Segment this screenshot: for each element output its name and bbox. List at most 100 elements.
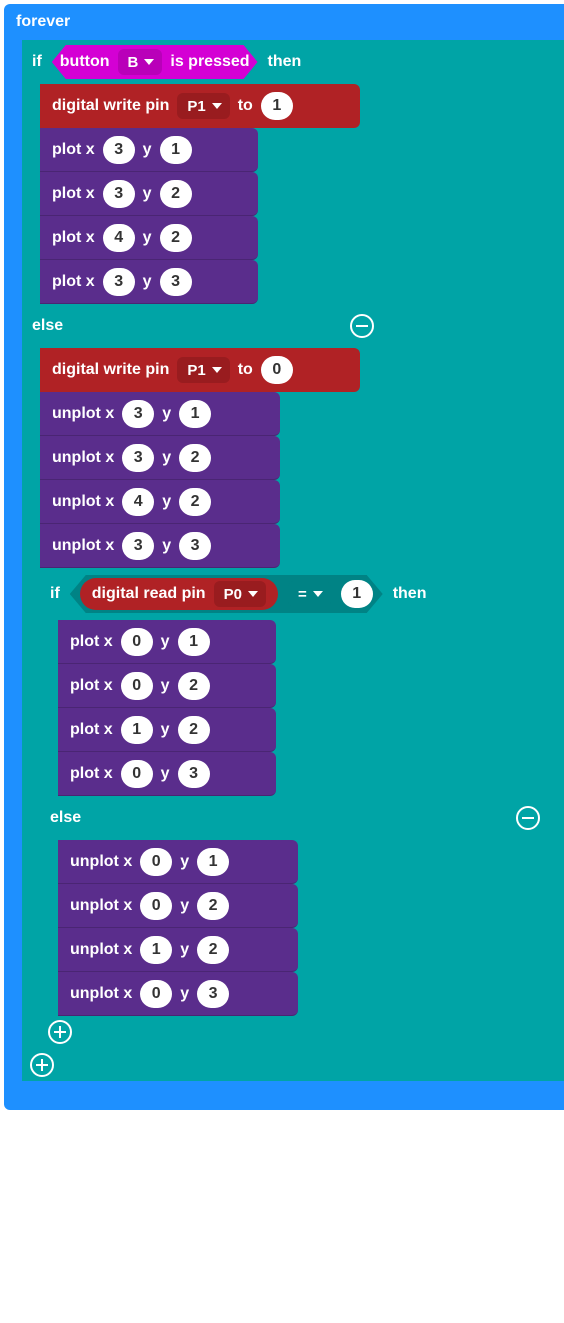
y-label: y bbox=[180, 941, 189, 959]
number-input[interactable]: 0 bbox=[121, 628, 153, 656]
unplot-label: unplot x bbox=[70, 985, 132, 1003]
number-input[interactable]: 3 bbox=[179, 532, 211, 560]
number-input[interactable]: 2 bbox=[197, 936, 229, 964]
chevron-down-icon bbox=[313, 591, 323, 597]
forever-footer bbox=[4, 1082, 564, 1110]
to-label: to bbox=[238, 361, 253, 379]
number-input[interactable]: 2 bbox=[197, 892, 229, 920]
unplot-label: unplot x bbox=[70, 853, 132, 871]
plot-block[interactable]: plot x 3 y 3 bbox=[40, 260, 258, 304]
number-input[interactable]: 2 bbox=[160, 224, 192, 252]
digital-write-block[interactable]: digital write pin P1 to 0 bbox=[40, 348, 360, 392]
number-input[interactable]: 3 bbox=[178, 760, 210, 788]
y-label: y bbox=[161, 633, 170, 651]
chevron-down-icon bbox=[212, 103, 222, 109]
number-input[interactable]: 3 bbox=[122, 400, 154, 428]
plot-block[interactable]: plot x 0 y 1 bbox=[58, 620, 276, 664]
then-keyword: then bbox=[268, 53, 302, 71]
pin-dropdown[interactable]: P0 bbox=[214, 581, 266, 607]
if-footer bbox=[22, 1049, 386, 1081]
unplot-block[interactable]: unplot x 0 y 3 bbox=[58, 972, 298, 1016]
number-input[interactable]: 2 bbox=[178, 672, 210, 700]
if-keyword: if bbox=[50, 585, 60, 603]
number-input[interactable]: 0 bbox=[261, 356, 293, 384]
plot-block[interactable]: plot x 0 y 2 bbox=[58, 664, 276, 708]
plus-icon[interactable] bbox=[48, 1020, 72, 1044]
plot-block[interactable]: plot x 3 y 1 bbox=[40, 128, 258, 172]
pin-dropdown[interactable]: P1 bbox=[177, 93, 229, 119]
number-input[interactable]: 0 bbox=[140, 848, 172, 876]
unplot-block[interactable]: unplot x 3 y 3 bbox=[40, 524, 280, 568]
else-keyword: else bbox=[32, 317, 63, 335]
number-input[interactable]: 3 bbox=[122, 444, 154, 472]
y-label: y bbox=[180, 897, 189, 915]
plus-icon[interactable] bbox=[30, 1053, 54, 1077]
button-pressed-condition[interactable]: button B is pressed bbox=[52, 45, 258, 79]
operator-dropdown[interactable]: = bbox=[288, 581, 331, 607]
number-input[interactable]: 4 bbox=[122, 488, 154, 516]
forever-block[interactable]: forever if button B is pressed then bbox=[4, 4, 564, 1110]
plot-label: plot x bbox=[52, 229, 95, 247]
number-input[interactable]: 4 bbox=[103, 224, 135, 252]
unplot-block[interactable]: unplot x 3 y 2 bbox=[40, 436, 280, 480]
number-input[interactable]: 1 bbox=[179, 400, 211, 428]
number-input[interactable]: 3 bbox=[103, 136, 135, 164]
plot-label: plot x bbox=[70, 765, 113, 783]
equals-condition[interactable]: digital read pin P0 = 1 bbox=[70, 575, 383, 613]
number-input[interactable]: 2 bbox=[179, 488, 211, 516]
number-input[interactable]: 0 bbox=[121, 760, 153, 788]
number-input[interactable]: 0 bbox=[140, 980, 172, 1008]
number-input[interactable]: 3 bbox=[122, 532, 154, 560]
if-block-inner[interactable]: if digital read pin P0 = bbox=[40, 568, 564, 1048]
if-footer bbox=[40, 1016, 550, 1048]
unplot-block[interactable]: unplot x 1 y 2 bbox=[58, 928, 298, 972]
y-label: y bbox=[143, 185, 152, 203]
y-label: y bbox=[143, 273, 152, 291]
if-block-outer[interactable]: if button B is pressed then digital writ… bbox=[22, 40, 564, 1081]
number-input[interactable]: 3 bbox=[197, 980, 229, 1008]
unplot-label: unplot x bbox=[70, 897, 132, 915]
unplot-label: unplot x bbox=[52, 405, 114, 423]
digital-read-block[interactable]: digital read pin P0 bbox=[80, 578, 278, 610]
minus-icon[interactable] bbox=[350, 314, 374, 338]
unplot-block[interactable]: unplot x 0 y 1 bbox=[58, 840, 298, 884]
if-keyword: if bbox=[32, 53, 42, 71]
number-input[interactable]: 0 bbox=[121, 672, 153, 700]
digital-write-block[interactable]: digital write pin P1 to 1 bbox=[40, 84, 360, 128]
number-input[interactable]: 1 bbox=[341, 580, 373, 608]
number-input[interactable]: 1 bbox=[121, 716, 153, 744]
button-word: button bbox=[60, 53, 110, 71]
number-input[interactable]: 1 bbox=[261, 92, 293, 120]
plot-block[interactable]: plot x 4 y 2 bbox=[40, 216, 258, 260]
y-label: y bbox=[180, 985, 189, 1003]
forever-label: forever bbox=[4, 4, 564, 40]
button-dropdown[interactable]: B bbox=[118, 49, 163, 75]
plot-label: plot x bbox=[52, 185, 95, 203]
y-label: y bbox=[162, 537, 171, 555]
digital-write-label: digital write pin bbox=[52, 97, 169, 115]
unplot-block[interactable]: unplot x 3 y 1 bbox=[40, 392, 280, 436]
pin-value: P1 bbox=[187, 98, 205, 115]
y-label: y bbox=[143, 229, 152, 247]
pin-dropdown[interactable]: P1 bbox=[177, 357, 229, 383]
number-input[interactable]: 0 bbox=[140, 892, 172, 920]
plot-block[interactable]: plot x 1 y 2 bbox=[58, 708, 276, 752]
else-header: else bbox=[40, 796, 550, 840]
number-input[interactable]: 1 bbox=[140, 936, 172, 964]
number-input[interactable]: 2 bbox=[160, 180, 192, 208]
number-input[interactable]: 1 bbox=[160, 136, 192, 164]
minus-icon[interactable] bbox=[516, 806, 540, 830]
number-input[interactable]: 1 bbox=[178, 628, 210, 656]
number-input[interactable]: 1 bbox=[197, 848, 229, 876]
plot-label: plot x bbox=[70, 677, 113, 695]
number-input[interactable]: 3 bbox=[160, 268, 192, 296]
unplot-block[interactable]: unplot x 4 y 2 bbox=[40, 480, 280, 524]
unplot-block[interactable]: unplot x 0 y 2 bbox=[58, 884, 298, 928]
plot-block[interactable]: plot x 0 y 3 bbox=[58, 752, 276, 796]
number-input[interactable]: 2 bbox=[178, 716, 210, 744]
plot-block[interactable]: plot x 3 y 2 bbox=[40, 172, 258, 216]
unplot-label: unplot x bbox=[52, 449, 114, 467]
number-input[interactable]: 3 bbox=[103, 180, 135, 208]
number-input[interactable]: 3 bbox=[103, 268, 135, 296]
number-input[interactable]: 2 bbox=[179, 444, 211, 472]
